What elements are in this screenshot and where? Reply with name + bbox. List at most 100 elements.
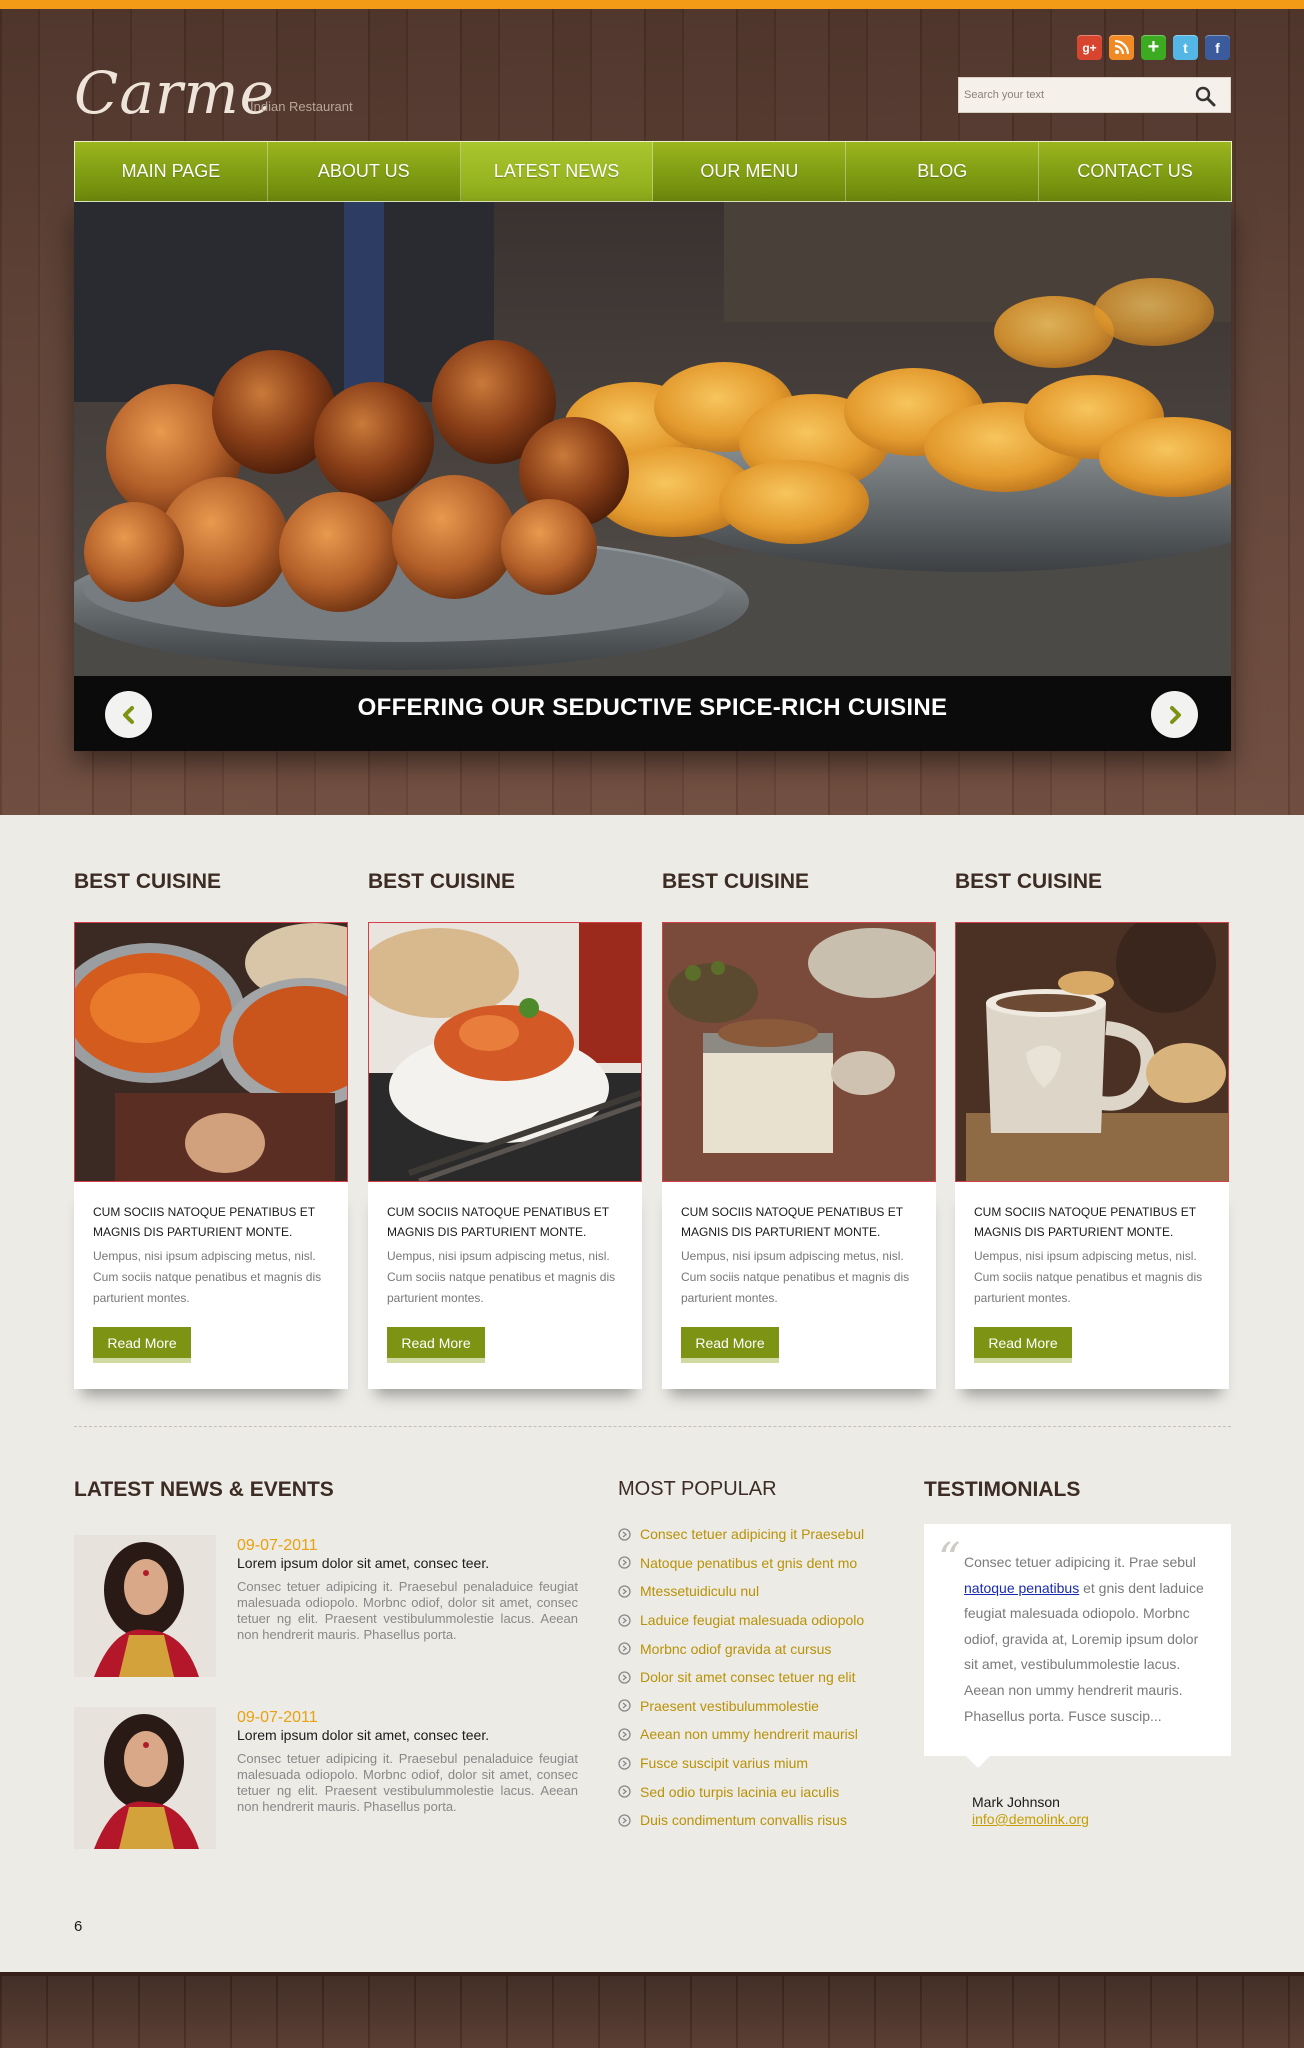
rss-icon[interactable]	[1109, 35, 1134, 60]
cuisine-title: BEST CUISINE	[662, 870, 810, 893]
arrow-circle-icon	[618, 1671, 631, 1684]
read-more-button[interactable]: Read More	[93, 1327, 191, 1363]
cuisine-column: BEST CUISINE CUM SOCIIS NATOQUE PENATIBU…	[662, 870, 936, 1389]
testimonial-link[interactable]: natoque penatibus	[964, 1580, 1079, 1596]
arrow-circle-icon	[618, 1642, 631, 1655]
nav-main-page[interactable]: MAIN PAGE	[75, 142, 268, 201]
page-number: 6	[74, 1918, 83, 1935]
news-image[interactable]	[74, 1535, 216, 1677]
logo[interactable]: Carme Indian Restaurant	[74, 59, 353, 131]
testimonial-author: Mark Johnson	[972, 1794, 1060, 1810]
news-date: 09-07-2011	[237, 1537, 318, 1554]
testimonial-email-link[interactable]: info@demolink.org	[972, 1811, 1089, 1827]
popular-item[interactable]: Consec tetuer adipicing it Praesebul	[618, 1520, 864, 1549]
cuisine-card-text: Uempus, nisi ipsum adpiscing metus, nisl…	[387, 1249, 616, 1305]
cuisine-card: CUM SOCIIS NATOQUE PENATIBUS ET MAGNIS D…	[74, 1182, 348, 1389]
news-text: Consec tetuer adipicing it. Praesebul pe…	[237, 1579, 578, 1642]
cuisine-image[interactable]	[955, 922, 1229, 1182]
news-text: Consec tetuer adipicing it. Praesebul pe…	[237, 1751, 578, 1814]
popular-item[interactable]: Dolor sit amet consec tetuer ng elit	[618, 1663, 864, 1692]
search-icon[interactable]	[1194, 85, 1216, 107]
popular-item-label: Mtessetuidiculu nul	[640, 1583, 760, 1600]
testimonials-title: TESTIMONIALS	[924, 1478, 1081, 1501]
main-nav: MAIN PAGE ABOUT US LATEST NEWS OUR MENU …	[74, 141, 1232, 202]
popular-item[interactable]: Sed odio turpis lacinia eu iaculis	[618, 1777, 864, 1806]
cuisine-column: BEST CUISINE CUM SOCIIS NATOQUE PENATIBU…	[74, 870, 348, 1389]
popular-item[interactable]: Praesent vestibulummolestie	[618, 1692, 864, 1721]
cuisine-card: CUM SOCIIS NATOQUE PENATIBUS ET MAGNIS D…	[662, 1182, 936, 1389]
arrow-circle-icon	[618, 1756, 631, 1770]
cuisine-card: CUM SOCIIS NATOQUE PENATIBUS ET MAGNIS D…	[368, 1182, 642, 1389]
popular-item-label: Fusce suscipit varius mium	[640, 1755, 809, 1772]
popular-list: Consec tetuer adipicing it Praesebul Nato…	[618, 1520, 864, 1835]
slider-prev-button[interactable]	[105, 691, 152, 738]
cuisine-image[interactable]	[368, 922, 642, 1182]
arrow-circle-icon	[618, 1556, 631, 1570]
cuisine-card-text: Uempus, nisi ipsum adpiscing metus, nisl…	[93, 1249, 322, 1305]
cuisine-card-text: Uempus, nisi ipsum adpiscing metus, nisl…	[974, 1249, 1203, 1305]
read-more-button[interactable]: Read More	[387, 1327, 485, 1363]
cuisine-image[interactable]	[662, 922, 936, 1182]
slider-next-button[interactable]	[1151, 691, 1198, 738]
arrow-circle-icon	[618, 1814, 631, 1827]
cuisine-card-title: CUM SOCIIS NATOQUE PENATIBUS ET MAGNIS D…	[93, 1205, 315, 1239]
site-footer	[0, 1972, 1304, 2048]
news-image[interactable]	[74, 1707, 216, 1849]
arrow-circle-icon	[618, 1585, 631, 1598]
slide-caption: OFFERING OUR SEDUCTIVE SPICE-RICH CUISIN…	[357, 694, 948, 721]
social-links: g+ + t f	[1077, 35, 1230, 60]
arrow-circle-icon	[618, 1613, 631, 1627]
popular-item-label: Aeean non ummy hendrerit maurisl	[640, 1726, 858, 1743]
testimonial-text-start: Consec tetuer adipicing it. Prae sebul	[964, 1554, 1196, 1570]
news-date: 09-07-2011	[237, 1709, 318, 1726]
arrow-circle-icon	[618, 1785, 631, 1798]
testimonial-text: Consec tetuer adipicing it. Prae sebul n…	[964, 1550, 1209, 1729]
cuisine-image[interactable]	[74, 922, 348, 1182]
popular-item[interactable]: Mtessetuidiculu nul	[618, 1577, 864, 1606]
top-accent-stripe	[0, 0, 1304, 9]
arrow-circle-icon	[618, 1728, 631, 1741]
popular-item-label: Praesent vestibulummolestie	[640, 1697, 819, 1714]
google-plus-icon[interactable]: g+	[1077, 35, 1102, 60]
popular-item-label: Duis condimentum convallis risus	[640, 1812, 847, 1829]
nav-our-menu[interactable]: OUR MENU	[653, 142, 847, 201]
popular-item[interactable]: Morbnc odiof gravida at cursus	[618, 1634, 864, 1663]
read-more-button[interactable]: Read More	[681, 1327, 779, 1363]
quote-icon: “	[938, 1534, 961, 1585]
cuisine-card-title: CUM SOCIIS NATOQUE PENATIBUS ET MAGNIS D…	[387, 1205, 609, 1239]
add-icon[interactable]: +	[1141, 35, 1166, 60]
hero-slider: OFFERING OUR SEDUCTIVE SPICE-RICH CUISIN…	[74, 202, 1231, 751]
popular-item-label: Morbnc odiof gravida at cursus	[640, 1640, 832, 1657]
search-input[interactable]	[959, 78, 1159, 112]
popular-item[interactable]: Duis condimentum convallis risus	[618, 1806, 864, 1835]
site-header: Carme Indian Restaurant g+ + t f MAIN PA…	[0, 9, 1304, 815]
popular-item-label: Dolor sit amet consec tetuer ng elit	[640, 1669, 856, 1686]
nav-about-us[interactable]: ABOUT US	[268, 142, 461, 201]
popular-title: MOST POPULAR	[618, 1478, 777, 1500]
cuisine-column: BEST CUISINE CUM SOCIIS NATOQUE PENATIBU…	[368, 870, 642, 1389]
cuisine-column: BEST CUISINE CUM SOCIIS NATOQUE PENATIBU…	[955, 870, 1229, 1389]
news-headline[interactable]: Lorem ipsum dolor sit amet, consec teer.	[237, 1727, 489, 1743]
search-box	[958, 77, 1231, 113]
section-divider	[74, 1426, 1231, 1427]
popular-item[interactable]: Aeean non ummy hendrerit maurisl	[618, 1720, 864, 1749]
news-item: 09-07-2011 Lorem ipsum dolor sit amet, c…	[74, 1707, 578, 1849]
popular-item-label: Laduice feugiat malesuada odiopolo	[640, 1612, 865, 1629]
nav-latest-news[interactable]: LATEST NEWS	[460, 142, 654, 201]
arrow-circle-icon	[618, 1528, 631, 1541]
logo-tagline: Indian Restaurant	[250, 99, 353, 114]
popular-item[interactable]: Natoque penatibus et gnis dent mo	[618, 1549, 864, 1578]
twitter-icon[interactable]: t	[1173, 35, 1198, 60]
facebook-icon[interactable]: f	[1205, 35, 1230, 60]
popular-item[interactable]: Fusce suscipit varius mium	[618, 1749, 864, 1778]
nav-blog[interactable]: BLOG	[846, 142, 1040, 201]
news-title: LATEST NEWS & EVENTS	[74, 1478, 334, 1501]
popular-item[interactable]: Laduice feugiat malesuada odiopolo	[618, 1606, 864, 1635]
news-item: 09-07-2011 Lorem ipsum dolor sit amet, c…	[74, 1535, 578, 1677]
news-headline[interactable]: Lorem ipsum dolor sit amet, consec teer.	[237, 1555, 489, 1571]
popular-item-label: Consec tetuer adipicing it Praesebul	[640, 1526, 865, 1543]
chevron-right-icon	[1169, 705, 1181, 724]
read-more-button[interactable]: Read More	[974, 1327, 1072, 1363]
testimonial-text-end: et gnis dent laduice feugiat malesuada o…	[964, 1579, 1204, 1724]
nav-contact-us[interactable]: CONTACT US	[1039, 142, 1231, 201]
